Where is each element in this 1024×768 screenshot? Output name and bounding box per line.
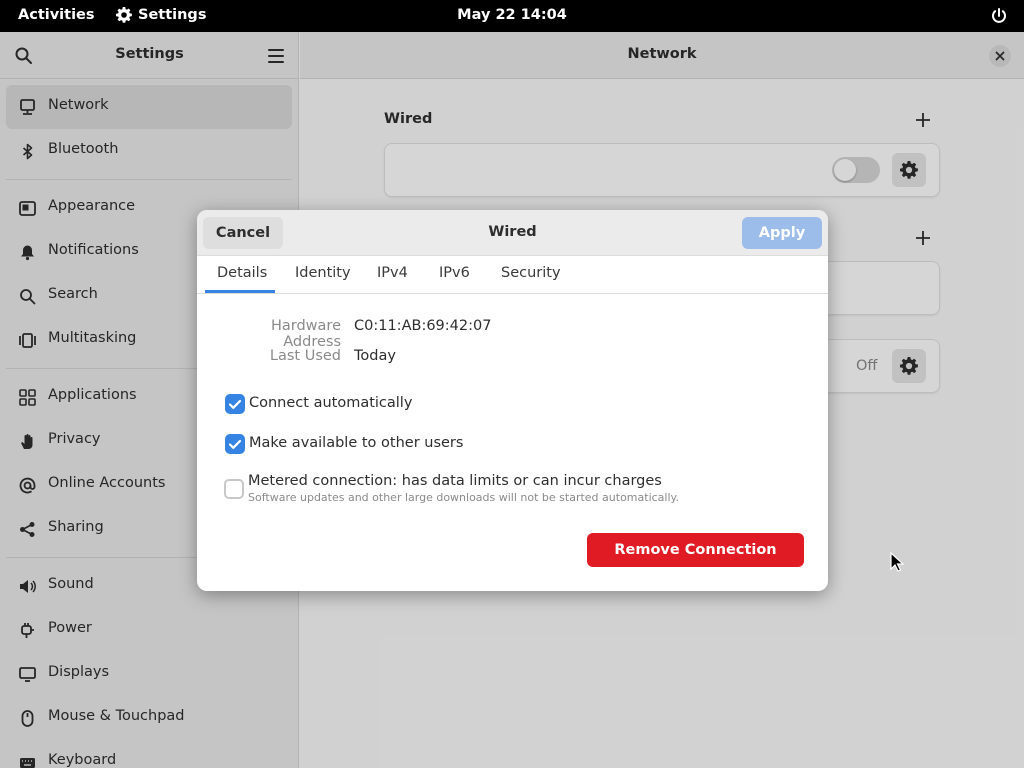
wired-dialog: Cancel Wired Apply Details Identity IPv4… <box>197 210 828 591</box>
dialog-tabs: Details Identity IPv4 IPv6 Security <box>197 256 828 294</box>
hardware-address-label: Hardware Address <box>270 318 341 350</box>
metered-connection-label[interactable]: Metered connection: has data limits or c… <box>248 473 662 489</box>
activities-button[interactable]: Activities <box>18 7 95 23</box>
connect-automatically-checkbox[interactable] <box>225 394 245 414</box>
power-icon[interactable] <box>990 7 1008 25</box>
clock[interactable]: May 22 14:04 <box>457 7 567 23</box>
checkmark-icon <box>228 399 242 409</box>
remove-connection-profile-button[interactable]: Remove Connection Profile <box>587 533 804 591</box>
last-used-label: Last Used <box>269 348 341 364</box>
available-to-others-label[interactable]: Make available to other users <box>249 435 463 451</box>
mouse-cursor-icon <box>890 552 904 572</box>
metered-connection-sublabel: Software updates and other large downloa… <box>248 491 679 504</box>
gear-icon <box>116 7 132 23</box>
apply-button[interactable]: Apply <box>742 217 822 249</box>
active-tab-indicator <box>205 290 275 293</box>
app-menu[interactable]: Settings <box>116 7 206 23</box>
dialog-title: Wired <box>488 224 537 240</box>
app-menu-label: Settings <box>138 7 207 23</box>
last-used-value: Today <box>354 348 396 364</box>
checkmark-icon <box>228 439 242 449</box>
available-to-others-checkbox[interactable] <box>225 434 245 454</box>
tab-security[interactable]: Security <box>501 265 561 281</box>
metered-connection-checkbox[interactable] <box>224 479 244 499</box>
top-bar: Activities Settings May 22 14:04 <box>0 0 1024 32</box>
tab-identity[interactable]: Identity <box>295 265 351 281</box>
connect-automatically-label[interactable]: Connect automatically <box>249 395 412 411</box>
tab-details[interactable]: Details <box>217 265 267 281</box>
hardware-address-value: C0:11:AB:69:42:07 <box>354 318 492 334</box>
dialog-header: Cancel Wired Apply <box>197 210 828 256</box>
tab-ipv6[interactable]: IPv6 <box>439 265 470 281</box>
tab-ipv4[interactable]: IPv4 <box>377 265 408 281</box>
